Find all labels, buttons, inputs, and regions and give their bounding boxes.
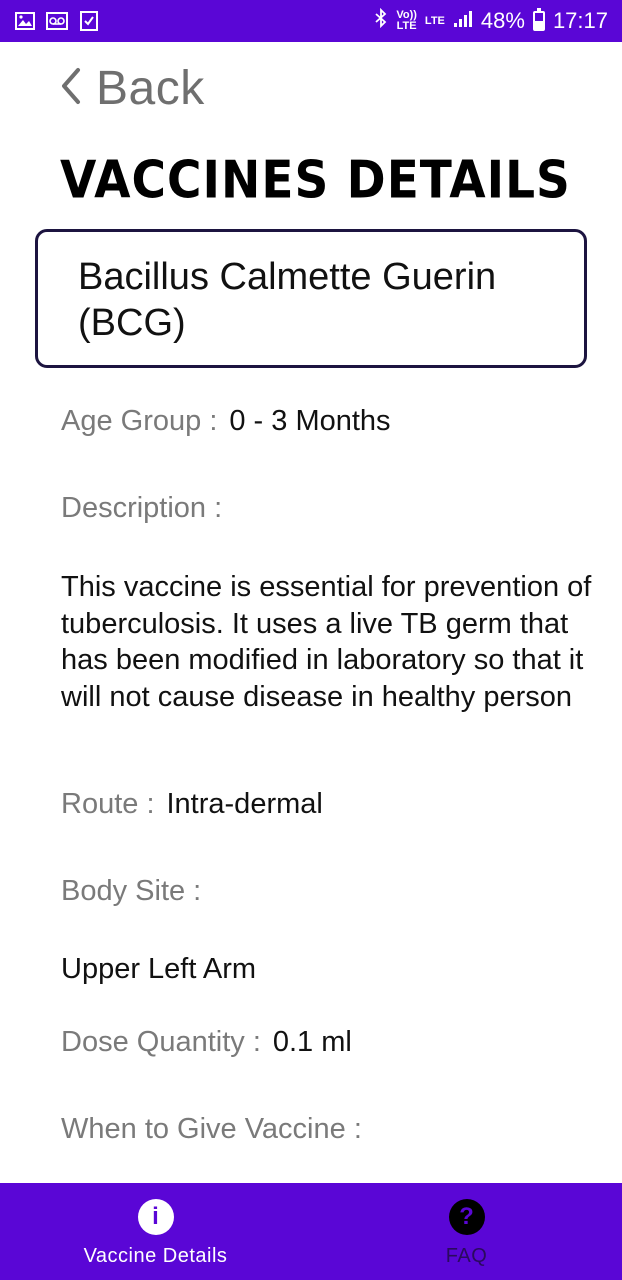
back-button[interactable]: Back: [58, 60, 205, 116]
clock: 17:17: [552, 8, 608, 33]
battery-level: [534, 21, 543, 29]
lte-indicator: LTE: [424, 14, 445, 27]
dose-label: Dose Quantity :: [61, 1026, 261, 1058]
status-bar: Vo)) LTE LTE 48% 17:17: [0, 0, 622, 42]
body-site-value: Upper Left Arm: [61, 953, 257, 985]
age-group-value: 0 - 3 Months: [229, 405, 391, 437]
description-label-row: Description :: [61, 492, 222, 525]
help-icon: ?: [448, 1199, 485, 1235]
nav-faq-label: FAQ: [445, 1245, 488, 1267]
route-value: Intra-dermal: [166, 788, 323, 820]
body-site-value-row: Upper Left Arm: [61, 953, 256, 986]
system-status: Vo)) LTE LTE 48% 17:17: [374, 7, 608, 34]
dose-row: Dose Quantity : 0.1 ml: [61, 1026, 352, 1059]
when-label: When to Give Vaccine :: [61, 1113, 362, 1145]
nav-faq[interactable]: ? FAQ: [311, 1183, 622, 1280]
back-label: Back: [96, 61, 205, 115]
vaccine-name: Bacillus Calmette Guerin (BCG): [78, 256, 497, 344]
age-group-label: Age Group :: [61, 405, 218, 437]
route-label: Route :: [61, 788, 155, 820]
description-text: This vaccine is essential for prevention…: [61, 571, 592, 713]
voicemail-icon: [46, 11, 68, 31]
nav-vaccine-details-label: Vaccine Details: [83, 1245, 228, 1267]
chevron-left-icon: [58, 66, 82, 111]
signal-icon: [453, 8, 473, 34]
body-site-label: Body Site :: [61, 875, 202, 907]
dose-value: 0.1 ml: [272, 1026, 352, 1058]
bluetooth-icon: [374, 7, 388, 34]
bottom-navigation: i Vaccine Details ? FAQ: [0, 1183, 622, 1280]
battery-icon: [532, 8, 545, 31]
description-label: Description :: [61, 492, 223, 524]
body-site-label-row: Body Site :: [61, 875, 201, 908]
checklist-icon: [78, 11, 100, 31]
volte-indicator: Vo)) LTE: [396, 9, 417, 32]
route-row: Route : Intra-dermal: [61, 788, 323, 821]
age-group-row: Age Group : 0 - 3 Months: [61, 405, 391, 438]
gallery-icon: [14, 11, 36, 31]
when-label-row: When to Give Vaccine :: [61, 1113, 362, 1146]
battery-percent: 48%: [480, 8, 525, 33]
nav-vaccine-details[interactable]: i Vaccine Details: [0, 1183, 311, 1280]
info-icon: i: [137, 1199, 174, 1235]
page-title: Vaccines Details: [60, 150, 571, 211]
vaccine-name-card: Bacillus Calmette Guerin (BCG): [35, 229, 587, 368]
notification-icons: [14, 11, 100, 31]
